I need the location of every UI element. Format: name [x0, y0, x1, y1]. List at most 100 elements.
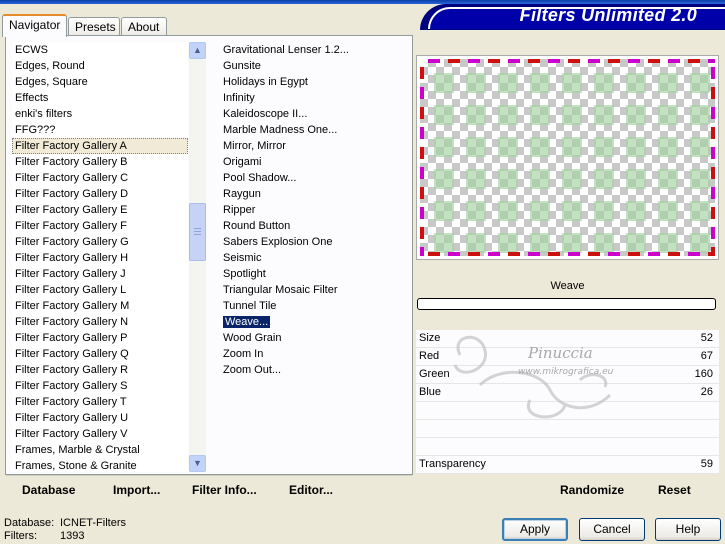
- category-item[interactable]: ECWS: [12, 42, 188, 58]
- category-item[interactable]: enki's filters: [12, 106, 188, 122]
- category-item[interactable]: Filter Factory Gallery Q: [12, 346, 188, 362]
- category-item[interactable]: Filter Factory Gallery J: [12, 266, 188, 282]
- filter-item-label: Zoom In: [223, 348, 264, 360]
- filter-item[interactable]: Infinity: [220, 90, 410, 106]
- category-item[interactable]: FFG???: [12, 122, 188, 138]
- category-item[interactable]: Filter Factory Gallery N: [12, 314, 188, 330]
- filter-item[interactable]: Marble Madness One...: [220, 122, 410, 138]
- weave-block: [690, 233, 710, 253]
- scroll-up-button[interactable]: ▲: [189, 42, 206, 59]
- filter-item[interactable]: Ripper: [220, 202, 410, 218]
- category-item[interactable]: Filter Factory Gallery S: [12, 378, 188, 394]
- filter-item[interactable]: Gravitational Lenser 1.2...: [220, 42, 410, 58]
- weave-edge: [711, 107, 715, 119]
- parameter-row[interactable]: [416, 438, 719, 456]
- category-item[interactable]: Filter Factory Gallery P: [12, 330, 188, 346]
- filter-item[interactable]: Wood Grain: [220, 330, 410, 346]
- scroll-down-button[interactable]: ▼: [189, 455, 206, 472]
- category-item[interactable]: Filter Factory Gallery A: [12, 138, 188, 154]
- category-item[interactable]: Filter Factory Gallery E: [12, 202, 188, 218]
- category-item[interactable]: Filter Factory Gallery U: [12, 410, 188, 426]
- weave-edge: [468, 252, 480, 256]
- weave-edge: [628, 59, 640, 63]
- weave-edge: [711, 247, 715, 256]
- apply-button[interactable]: Apply: [502, 518, 568, 541]
- filter-item[interactable]: Tunnel Tile: [220, 298, 410, 314]
- database-button[interactable]: Database: [22, 483, 75, 497]
- filter-item-label: Weave...: [221, 315, 272, 329]
- filter-item[interactable]: Zoom Out...: [220, 362, 410, 378]
- category-item[interactable]: Filter Factory Gallery F: [12, 218, 188, 234]
- filter-item[interactable]: Zoom In: [220, 346, 410, 362]
- category-item[interactable]: Filter Factory Gallery T: [12, 394, 188, 410]
- weave-block: [562, 169, 582, 189]
- category-scrollbar[interactable]: ▲ ▼: [189, 42, 206, 472]
- filter-item-label: Kaleidoscope II...: [223, 108, 308, 120]
- category-item[interactable]: Filter Factory Gallery V: [12, 426, 188, 442]
- title-banner: Filters Unlimited 2.0: [420, 4, 725, 30]
- category-item[interactable]: Filter Factory Gallery D: [12, 186, 188, 202]
- weave-block: [434, 201, 454, 221]
- category-item[interactable]: Filter Factory Gallery M: [12, 298, 188, 314]
- weave-block: [466, 73, 486, 93]
- parameter-value: 160: [694, 368, 713, 380]
- parameter-row[interactable]: Blue 26: [416, 384, 719, 402]
- category-item[interactable]: Filter Factory Gallery H: [12, 250, 188, 266]
- filter-item[interactable]: Kaleidoscope II...: [220, 106, 410, 122]
- tab-presets[interactable]: Presets: [68, 17, 120, 36]
- thumb-grip: [194, 231, 201, 232]
- category-item[interactable]: Filter Factory Gallery B: [12, 154, 188, 170]
- category-item[interactable]: Edges, Round: [12, 58, 188, 74]
- preview-image[interactable]: [420, 59, 715, 256]
- weave-block: [690, 73, 710, 93]
- cancel-button[interactable]: Cancel: [579, 518, 645, 541]
- parameter-row[interactable]: Size 52: [416, 330, 719, 348]
- weave-edge: [711, 67, 715, 79]
- filter-item[interactable]: Seismic: [220, 250, 410, 266]
- filter-item[interactable]: Round Button: [220, 218, 410, 234]
- filter-item[interactable]: Spotlight: [220, 266, 410, 282]
- help-button[interactable]: Help: [655, 518, 721, 541]
- editor-button[interactable]: Editor...: [289, 483, 333, 497]
- randomize-button[interactable]: Randomize: [560, 483, 624, 497]
- weave-edge: [568, 252, 580, 256]
- filter-item[interactable]: Triangular Mosaic Filter: [220, 282, 410, 298]
- tab-about[interactable]: About: [121, 17, 167, 36]
- parameter-row[interactable]: Transparency 59: [416, 456, 719, 474]
- filter-item[interactable]: Holidays in Egypt: [220, 74, 410, 90]
- parameter-row[interactable]: [416, 420, 719, 438]
- filter-item-label: Triangular Mosaic Filter: [223, 284, 338, 296]
- reset-button[interactable]: Reset: [658, 483, 691, 497]
- filter-item[interactable]: Pool Shadow...: [220, 170, 410, 186]
- tab-navigator[interactable]: Navigator: [2, 14, 67, 37]
- category-item[interactable]: Filter Factory Gallery G: [12, 234, 188, 250]
- filter-info-button[interactable]: Filter Info...: [192, 483, 257, 497]
- category-item[interactable]: Filter Factory Gallery C: [12, 170, 188, 186]
- parameter-row[interactable]: [416, 402, 719, 420]
- category-item[interactable]: Filter Factory Gallery R: [12, 362, 188, 378]
- category-item[interactable]: Filter Factory Gallery L: [12, 282, 188, 298]
- weave-edge: [711, 87, 715, 99]
- filter-item[interactable]: Gunsite: [220, 58, 410, 74]
- weave-edge: [711, 167, 715, 179]
- category-item[interactable]: Frames, Stone & Granite: [12, 458, 188, 472]
- import-button[interactable]: Import...: [113, 483, 160, 497]
- scroll-thumb[interactable]: [189, 203, 206, 261]
- parameter-value: 67: [700, 350, 713, 362]
- parameter-row[interactable]: Red 67: [416, 348, 719, 366]
- filter-list[interactable]: Gravitational Lenser 1.2... Gunsite Holida…: [220, 42, 410, 472]
- filter-item[interactable]: Weave...: [220, 314, 410, 330]
- category-list[interactable]: ECWS Edges, Round Edges, Square Effects enki…: [12, 42, 188, 472]
- progress-bar: [417, 298, 716, 310]
- category-item[interactable]: Effects: [12, 90, 188, 106]
- filter-item[interactable]: Raygun: [220, 186, 410, 202]
- category-item[interactable]: Frames, Marble & Crystal: [12, 442, 188, 458]
- category-item[interactable]: Edges, Square: [12, 74, 188, 90]
- filter-item[interactable]: Mirror, Mirror: [220, 138, 410, 154]
- weave-edge: [420, 247, 424, 256]
- weave-edge: [420, 227, 424, 239]
- weave-edge: [488, 59, 500, 63]
- filter-item[interactable]: Origami: [220, 154, 410, 170]
- filter-item[interactable]: Sabers Explosion One: [220, 234, 410, 250]
- parameter-row[interactable]: Green 160: [416, 366, 719, 384]
